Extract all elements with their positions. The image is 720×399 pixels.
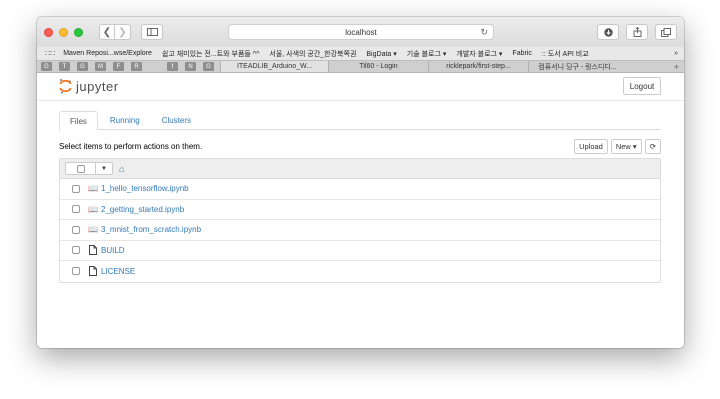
forward-button[interactable]: ❯ <box>115 24 131 40</box>
file-checkbox[interactable] <box>72 267 80 276</box>
jupyter-logo-text: jupyter <box>76 78 119 94</box>
browser-tab-bar: G T G M F R f N G ITEADLIB_Arduino_W... … <box>37 60 684 73</box>
file-checkbox[interactable] <box>72 184 80 193</box>
bookmark-item[interactable]: Maven Reposi...wse/Explore <box>63 50 152 57</box>
jupyter-header: jupyter Logout <box>37 74 684 101</box>
bookmark-item[interactable]: 서울, 사색의 공간_한강북쪽권 <box>269 49 356 59</box>
address-text: localhost <box>345 27 377 37</box>
browser-toolbar: ❮ ❯ localhost ↻ <box>37 17 684 47</box>
jupyter-logo-icon <box>59 79 72 94</box>
refresh-button[interactable]: ⟳ <box>644 138 661 154</box>
bookmark-item[interactable]: :: 도서 API 비교 <box>542 49 589 59</box>
downloads-button[interactable] <box>597 24 619 40</box>
browser-tab[interactable]: ITEADLIB_Arduino_W... <box>220 61 328 72</box>
sidebar-icon <box>146 28 158 36</box>
share-icon <box>633 27 641 37</box>
tabs-icon <box>661 27 671 37</box>
file-link[interactable]: 1_hello_tensorflow.ipynb <box>101 184 189 193</box>
file-row[interactable]: BUILD <box>60 241 660 261</box>
file-checkbox[interactable] <box>72 205 80 214</box>
notebook-icon: 📖 <box>88 225 98 235</box>
home-icon[interactable]: ⌂ <box>119 164 124 174</box>
file-action-buttons: Upload New ▾ ⟳ <box>574 138 661 154</box>
chevron-right-icon: ❯ <box>118 26 127 38</box>
file-checkbox[interactable] <box>72 246 80 255</box>
file-link[interactable]: LICENSE <box>101 267 135 276</box>
new-dropdown-button[interactable]: New ▾ <box>610 138 642 154</box>
pinned-tab[interactable]: G <box>41 62 52 71</box>
file-link[interactable]: 3_mnist_from_scratch.ipynb <box>101 225 201 234</box>
file-checkbox[interactable] <box>72 225 80 234</box>
minimize-window-button[interactable] <box>59 27 68 37</box>
file-list: ▼ ⌂ 📖 1_hello_tensorflow.ipynb 📖 2_getti… <box>59 158 661 283</box>
file-link[interactable]: 2_getting_started.ipynb <box>101 205 184 214</box>
select-all-checkbox-wrap <box>66 163 96 174</box>
reload-icon[interactable]: ↻ <box>480 27 488 38</box>
caret-down-icon: ▼ <box>101 165 107 172</box>
new-tab-button[interactable]: + <box>674 62 679 72</box>
bookmark-item[interactable]: 쉽고 재미있는 전...트와 부품들 ^^ <box>162 49 259 59</box>
browser-tab[interactable]: ricklepark/first-step... <box>428 61 528 72</box>
bookmarks-bar: ∷∷ Maven Reposi...wse/Explore 쉽고 재미있는 전.… <box>37 47 684 60</box>
select-instructions: Select items to perform actions on them. <box>59 141 203 151</box>
pinned-tab[interactable]: T <box>59 62 70 71</box>
address-bar[interactable]: localhost ↻ <box>228 24 494 40</box>
bookmark-item[interactable]: 개발자 블로그 ▾ <box>456 49 502 59</box>
chevron-left-icon: ❮ <box>102 26 112 38</box>
tab-files[interactable]: Files <box>59 111 98 131</box>
bookmarks-more-button[interactable]: » <box>674 50 678 57</box>
pinned-tab[interactable]: M <box>95 62 106 71</box>
close-window-button[interactable] <box>44 27 53 37</box>
pinned-tab[interactable]: G <box>203 62 214 71</box>
upload-button[interactable]: Upload <box>574 138 608 154</box>
zoom-window-button[interactable] <box>74 27 83 37</box>
dashboard-tabs: Files Running Clusters <box>59 111 661 131</box>
pinned-tab[interactable]: G <box>77 62 88 71</box>
bookmark-item[interactable]: Fabric <box>512 50 531 57</box>
pinned-tab[interactable]: F <box>113 62 124 71</box>
sidebar-toggle-button[interactable] <box>141 24 163 40</box>
browser-tab[interactable]: Til60 - Login <box>328 61 428 72</box>
jupyter-page: jupyter Logout Files Running Clusters Se… <box>37 74 684 348</box>
tabs-overview-button[interactable] <box>655 24 677 40</box>
select-dropdown-button[interactable]: ▼ <box>96 163 112 174</box>
bookmark-item[interactable]: 기술 블로그 ▾ <box>407 49 447 59</box>
browser-window: ❮ ❯ localhost ↻ ∷∷ Maven Reposi...wse/Ex… <box>37 17 684 348</box>
file-icon <box>88 266 98 277</box>
notebook-icon: 📖 <box>88 184 98 194</box>
browser-tab-title: ricklepark/first-step... <box>446 63 511 70</box>
share-button[interactable] <box>626 24 648 40</box>
file-link[interactable]: BUILD <box>101 246 125 255</box>
pinned-tab[interactable]: N <box>185 62 196 71</box>
pinned-tab[interactable]: f <box>167 62 178 71</box>
file-row[interactable]: LICENSE <box>60 261 660 282</box>
download-icon <box>603 27 613 37</box>
grid-icon[interactable]: ∷∷ <box>45 49 55 58</box>
toolbar-right-buttons <box>597 24 677 40</box>
nav-buttons: ❮ ❯ <box>99 24 131 40</box>
tab-running[interactable]: Running <box>100 111 150 130</box>
notebook-icon: 📖 <box>88 204 98 214</box>
select-all-checkbox[interactable] <box>76 164 85 173</box>
window-controls <box>44 27 83 37</box>
file-row[interactable]: 📖 1_hello_tensorflow.ipynb <box>60 179 660 200</box>
file-list-header: ▼ ⌂ <box>60 159 660 179</box>
browser-tab-title: Til60 - Login <box>359 63 398 70</box>
file-row[interactable]: 📖 2_getting_started.ipynb <box>60 200 660 220</box>
file-row[interactable]: 📖 3_mnist_from_scratch.ipynb <box>60 220 660 241</box>
refresh-icon: ⟳ <box>649 141 656 151</box>
select-all-control: ▼ <box>65 162 113 175</box>
browser-tab[interactable]: 컴퓨서니 딩구 - 링스디디... <box>528 61 626 72</box>
jupyter-logo[interactable]: jupyter <box>59 78 119 94</box>
browser-tab-title: ITEADLIB_Arduino_W... <box>236 63 313 70</box>
back-button[interactable]: ❮ <box>99 24 115 40</box>
browser-tab-title: 컴퓨서니 딩구 - 링스디디... <box>538 63 617 71</box>
bookmark-item[interactable]: BigData ▾ <box>366 50 396 58</box>
file-actions-bar: Select items to perform actions on them.… <box>59 138 661 154</box>
pinned-tab[interactable]: R <box>131 62 142 71</box>
file-icon <box>88 245 98 256</box>
logout-button[interactable]: Logout <box>623 77 661 95</box>
tab-clusters[interactable]: Clusters <box>152 111 201 130</box>
